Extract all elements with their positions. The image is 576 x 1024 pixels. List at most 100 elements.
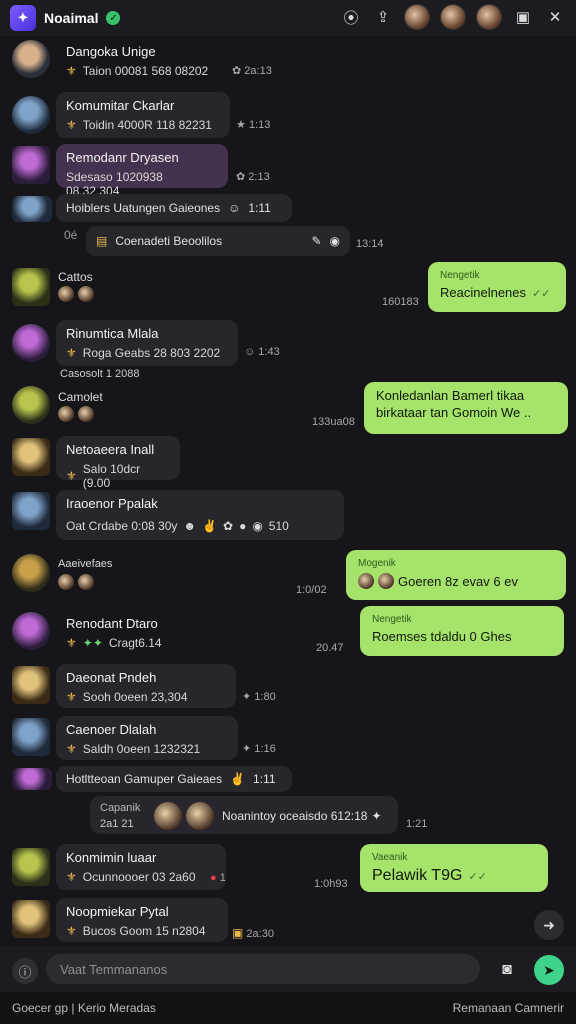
sender-name: Dangoka Unige bbox=[66, 44, 156, 59]
outgoing-bubble[interactable]: Nengetik Roemses tdaldu 0 Ghes bbox=[360, 606, 564, 656]
info-icon[interactable]: ⓘ bbox=[12, 958, 38, 984]
footer-left[interactable]: Goecer gp | Kerio Meradas bbox=[12, 1001, 156, 1015]
share-icon[interactable]: ⇪ bbox=[372, 6, 394, 28]
timestamp: ☺ 1:43 bbox=[244, 346, 280, 358]
avatar[interactable] bbox=[12, 196, 52, 222]
outgoing-text: Reacinelnenes ✓✓ bbox=[440, 285, 551, 300]
message-subtitle: ⚜ Bucos Goom 15 n2804 bbox=[66, 924, 206, 938]
message-row: Daeonat Pndeh ⚜ Sooh 0oeen 23,304 ✦ 1:80 bbox=[0, 664, 576, 710]
avatar bbox=[58, 406, 74, 422]
message-bubble[interactable]: Konmimin luaar ⚜ Ocunnoooer 03 2a60 bbox=[56, 844, 226, 890]
ticket-icon: ▣ bbox=[232, 926, 244, 940]
reaction-list bbox=[58, 574, 94, 590]
avatar[interactable] bbox=[12, 900, 50, 938]
avatar[interactable] bbox=[12, 848, 50, 886]
outgoing-text: Goeren 8z evav 6 ev bbox=[358, 573, 554, 589]
avatar[interactable] bbox=[12, 40, 50, 78]
message-subtitle: ⚜ ✦✦ Cragt6.14 bbox=[66, 636, 162, 650]
maximize-icon[interactable]: ▣ bbox=[512, 6, 534, 28]
status-text: Casosolt 1 2088 bbox=[60, 368, 140, 380]
emoji-icon: ◉ bbox=[252, 519, 263, 533]
message-bubble[interactable]: Renodant Dtaro ⚜ ✦✦ Cragt6.14 bbox=[56, 610, 206, 654]
message-bubble[interactable]: Noopmiekar Pytal ⚜ Bucos Goom 15 n2804 bbox=[56, 898, 228, 942]
app-logo-icon[interactable]: ✦ bbox=[10, 5, 36, 31]
sender-name: Camolet bbox=[58, 390, 103, 404]
timestamp: 1:0h93 bbox=[314, 878, 348, 890]
reaction-list bbox=[58, 286, 94, 302]
emoji-icon: ✌ bbox=[230, 772, 246, 786]
close-icon[interactable]: ✕ bbox=[544, 6, 566, 28]
message-bubble[interactable]: ▤ Coenadeti Beoolilos ✎ ◉ bbox=[86, 226, 350, 256]
avatar[interactable] bbox=[440, 4, 466, 30]
avatar[interactable] bbox=[12, 146, 50, 184]
message-bubble[interactable]: Iraoenor Ppalak Oat Crdabe 0:08 30y ☻ ✌ … bbox=[56, 490, 344, 540]
emoji-icon: ☻ bbox=[183, 519, 197, 533]
avatar[interactable] bbox=[12, 438, 50, 476]
message-subtitle: Oat Crdabe 0:08 30y ☻ ✌ ✿ ● ◉ 510 bbox=[66, 519, 289, 533]
outgoing-bubble[interactable]: Nengetik Reacinelnenes ✓✓ bbox=[428, 262, 566, 312]
outgoing-label: Nengetik bbox=[372, 614, 412, 625]
jump-to-latest-button[interactable]: ➜ bbox=[534, 910, 564, 940]
message-bubble[interactable]: Komumitar Ckarlar ⚜ Toidin 4000R 118 822… bbox=[56, 92, 230, 138]
pin-icon: ✎ bbox=[311, 234, 322, 248]
timestamp: ✿ 2a:13 bbox=[232, 65, 272, 77]
timestamp: ✦ 1:16 bbox=[242, 743, 276, 755]
badge-icon: ⚜ bbox=[66, 346, 77, 360]
avatar[interactable] bbox=[12, 768, 52, 790]
avatar bbox=[358, 573, 374, 589]
timestamp: ★ 1:13 bbox=[236, 119, 271, 131]
message-bubble[interactable]: Rinumtica Mlala ⚜ Roga Geabs 28 803 2202 bbox=[56, 320, 238, 366]
outgoing-label: Mogenik bbox=[358, 558, 396, 569]
footer: Goecer gp | Kerio Meradas Remanaan Camne… bbox=[0, 992, 576, 1024]
avatar[interactable] bbox=[476, 4, 502, 30]
message-bubble[interactable]: Capanik 2a1 21 Noanintoy oceaisdo 612:18… bbox=[90, 796, 398, 834]
sender-name: Iraoenor Ppalak bbox=[66, 496, 158, 511]
sender-name: Remodanr Dryasen bbox=[66, 150, 179, 165]
compass-icon[interactable]: ⦿ bbox=[340, 6, 362, 28]
message-row: Remodanr Dryasen Sdesaso 1020938 08.32.3… bbox=[0, 144, 576, 198]
avatar[interactable] bbox=[12, 554, 50, 592]
outgoing-bubble[interactable]: Mogenik Goeren 8z evav 6 ev bbox=[346, 550, 566, 600]
timestamp: 133ua08 bbox=[312, 416, 355, 428]
message-bubble[interactable]: Hotltteoan Gamuper Gaieaes ✌ 1:11 bbox=[56, 766, 292, 792]
message-input[interactable]: Vaat Temmananos bbox=[46, 954, 480, 984]
message-bubble[interactable]: Remodanr Dryasen Sdesaso 1020938 08.32.3… bbox=[56, 144, 228, 198]
message-bubble[interactable]: Daeonat Pndeh ⚜ Sooh 0oeen 23,304 bbox=[56, 664, 236, 708]
avatar bbox=[154, 802, 182, 830]
timestamp: 1:0/02 bbox=[296, 584, 327, 596]
reaction-icon: ✿ bbox=[232, 65, 242, 77]
avatar[interactable] bbox=[12, 492, 50, 530]
avatar[interactable] bbox=[12, 612, 50, 650]
avatar[interactable] bbox=[12, 666, 50, 704]
message-bubble[interactable]: Caenoer Dlalah ⚜ Saldh 0oeen 1232321 bbox=[56, 716, 238, 760]
message-row: Hoiblers Uatungen Gaieones ☺ 1:11 bbox=[0, 194, 576, 224]
message-bubble[interactable]: Hoiblers Uatungen Gaieones ☺ 1:11 bbox=[56, 194, 292, 222]
camera-icon[interactable]: ◙ bbox=[494, 958, 520, 982]
footer-right[interactable]: Remanaan Camnerir bbox=[453, 1001, 564, 1015]
avatar[interactable] bbox=[12, 324, 50, 362]
outgoing-text-line-2: birkataar tan Gomoin We .. bbox=[376, 405, 532, 420]
verified-icon: ✓ bbox=[106, 11, 121, 25]
send-button[interactable]: ➤ bbox=[534, 955, 564, 985]
badge-icon: ⚜ bbox=[66, 924, 77, 938]
message-row: Caenoer Dlalah ⚜ Saldh 0oeen 1232321 ✦ 1… bbox=[0, 716, 576, 762]
outgoing-label: Nengetik bbox=[440, 270, 480, 281]
sender-name: Cattos bbox=[58, 270, 93, 284]
badge-icon: ⚜ bbox=[66, 469, 77, 483]
timestamp: ✿ 2:13 bbox=[236, 171, 270, 183]
file-icon: ▤ bbox=[96, 234, 108, 248]
avatar[interactable] bbox=[12, 718, 50, 756]
outgoing-bubble[interactable]: Konledanlan Bamerl tikaa birkataar tan G… bbox=[364, 382, 568, 434]
read-receipt-icon: ✓✓ bbox=[532, 288, 551, 300]
avatar[interactable] bbox=[12, 96, 50, 134]
timestamp: ✦ 1:80 bbox=[242, 691, 276, 703]
outgoing-text-line-1: Konledanlan Bamerl tikaa bbox=[376, 388, 525, 403]
avatar[interactable] bbox=[12, 268, 50, 306]
avatar[interactable] bbox=[404, 4, 430, 30]
outgoing-bubble[interactable]: Vaeanik Pelawik T9G ✓✓ bbox=[360, 844, 548, 892]
message-bubble[interactable]: Netoaeera Inall ⚜ Salo 10dcr (9.00 bbox=[56, 436, 180, 490]
avatar[interactable] bbox=[12, 386, 50, 424]
badge-icon: ⚜ bbox=[66, 636, 77, 650]
message-subtitle: ⚜ Sooh 0oeen 23,304 bbox=[66, 690, 188, 704]
badge-icon: ⚜ bbox=[66, 870, 77, 884]
